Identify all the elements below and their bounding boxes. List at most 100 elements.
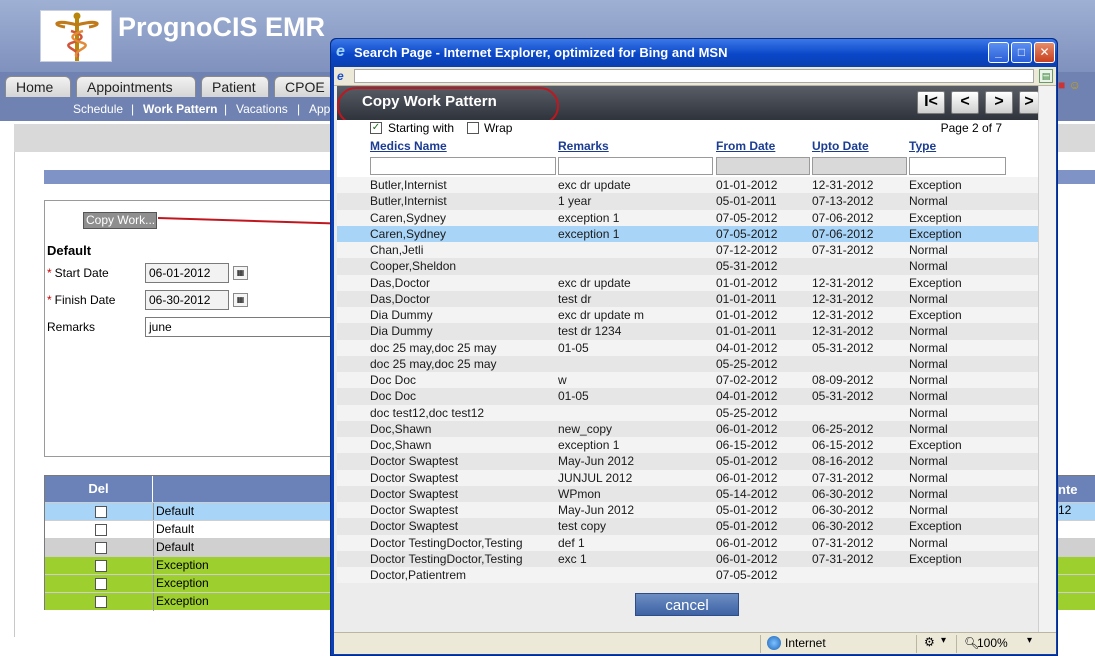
table-row[interactable]: Chan,Jetli 07-12-2012 07-31-2012 Normal: [337, 242, 1038, 259]
window-titlebar[interactable]: e Search Page - Internet Explorer, optim…: [331, 39, 1057, 67]
filter-row: [337, 157, 1038, 177]
close-button[interactable]: ✕: [1034, 42, 1055, 63]
medics-name-cell: Dia Dummy: [370, 324, 433, 339]
cancel-button[interactable]: cancel: [635, 593, 739, 616]
column-header-type[interactable]: Type: [909, 139, 936, 153]
remarks-cell: exc dr update: [558, 275, 631, 290]
chevron-down-icon[interactable]: ▾: [1027, 635, 1032, 646]
delete-checkbox[interactable]: [95, 578, 107, 590]
caduceus-logo-icon: [40, 10, 112, 62]
column-header-medics-name[interactable]: Medics Name: [370, 139, 447, 153]
type-filter[interactable]: [909, 157, 1006, 175]
medics-name-cell: doc test12,doc test12: [370, 405, 485, 420]
tab-appointments[interactable]: Appointments: [76, 76, 196, 97]
calendar-icon[interactable]: ▦: [233, 293, 248, 307]
calendar-icon[interactable]: ▦: [233, 266, 248, 280]
status-bar: Internet ⚙ ▾ 🔍︎ 100% ▾: [334, 632, 1056, 654]
pattern-name-cell: Exception: [153, 593, 333, 611]
table-row[interactable]: Doctor Swaptest WPmon 05-14-2012 06-30-2012…: [337, 485, 1038, 502]
table-row[interactable]: Butler,Internist 1 year 05-01-2011 07-13-20…: [337, 193, 1038, 210]
table-row[interactable]: Doc Doc w 07-02-2012 08-09-2012 Normal: [337, 372, 1038, 389]
upto-date-cell: 07-06-2012: [812, 226, 874, 241]
finish-date-field[interactable]: 06-30-2012: [145, 290, 229, 310]
toolbar-icon[interactable]: ☺: [1069, 78, 1081, 92]
column-header-remarks[interactable]: Remarks: [558, 139, 609, 153]
toolbar-icon[interactable]: ■: [1058, 78, 1065, 92]
table-row[interactable]: Doctor TestingDoctor,Testing def 1 06-01-2…: [337, 534, 1038, 551]
table-row[interactable]: Doctor Swaptest test copy 05-01-2012 06-30-…: [337, 518, 1038, 535]
compatibility-icon[interactable]: ▤: [1039, 69, 1053, 83]
table-row[interactable]: Doctor Swaptest May-Jun 2012 05-01-2012 08-…: [337, 453, 1038, 470]
table-row[interactable]: Doc,Shawn new_copy 06-01-2012 06-25-2012 Nor…: [337, 420, 1038, 437]
delete-checkbox[interactable]: [95, 524, 107, 536]
remarks-cell: test dr: [558, 291, 592, 306]
from-date-cell: 06-15-2012: [716, 438, 778, 452]
delete-checkbox[interactable]: [95, 542, 107, 554]
table-row[interactable]: doc 25 may,doc 25 may 05-25-2012 Normal: [337, 355, 1038, 372]
table-row[interactable]: Cooper,Sheldon 05-31-2012 Normal: [337, 258, 1038, 275]
table-row[interactable]: Das,Doctor exc dr update 01-01-2012 12-31-2…: [337, 274, 1038, 291]
chevron-down-icon[interactable]: ▾: [941, 635, 946, 646]
remarks-field[interactable]: june: [145, 317, 331, 337]
pattern-name-cell: Default: [153, 539, 333, 557]
subnav-separator: |: [297, 102, 301, 116]
globe-icon: [767, 636, 781, 650]
tab-cpoe[interactable]: CPOE: [274, 76, 334, 97]
subnav-work-pattern[interactable]: Work Pattern: [143, 97, 217, 121]
subnav-vacations[interactable]: Vacations: [236, 97, 288, 121]
minimize-button[interactable]: _: [988, 42, 1009, 63]
medics-name-cell: Doc,Shawn: [370, 438, 432, 452]
last-page-button[interactable]: >: [1019, 91, 1039, 114]
subnav-separator: |: [224, 102, 228, 116]
subnav-appointments-truncated[interactable]: App: [309, 97, 330, 121]
table-row[interactable]: Caren,Sydney exception 1 07-05-2012 07-06-2…: [337, 225, 1038, 242]
table-row[interactable]: Doctor TestingDoctor,Testing exc 1 06-01-2…: [337, 550, 1038, 567]
table-row[interactable]: Caren,Sydney exception 1 07-05-2012 07-06-2…: [337, 209, 1038, 226]
maximize-button[interactable]: □: [1011, 42, 1032, 63]
medics-name-cell: Doctor TestingDoctor,Testing: [370, 551, 523, 566]
starting-with-label: Starting with: [388, 121, 455, 135]
from-date-cell: 04-01-2012: [716, 340, 778, 355]
copy-work-button[interactable]: Copy Work...: [83, 212, 157, 229]
first-page-button[interactable]: I<: [917, 91, 945, 114]
table-row[interactable]: Doctor Swaptest JUNJUL 2012 06-01-2012 07-3…: [337, 469, 1038, 486]
delete-checkbox[interactable]: [95, 506, 107, 518]
address-bar: e ▤: [334, 67, 1056, 86]
type-cell: Normal: [909, 421, 948, 436]
table-row[interactable]: Dia Dummy test dr 1234 01-01-2011 12-31-201…: [337, 323, 1038, 340]
table-row[interactable]: Das,Doctor test dr 01-01-2011 12-31-2012 Nor…: [337, 290, 1038, 307]
table-row[interactable]: doc 25 may,doc 25 may 01-05 04-01-2012 05-3…: [337, 339, 1038, 356]
from-date-cell: 01-01-2012: [716, 275, 778, 290]
column-header-upto-date[interactable]: Upto Date: [812, 139, 869, 153]
table-row[interactable]: doc test12,doc test12 05-25-2012 Normal: [337, 404, 1038, 421]
grid-header-fragment: nte: [1058, 482, 1078, 497]
column-header-from-date[interactable]: From Date: [716, 139, 775, 153]
protected-mode-icon[interactable]: ⚙: [924, 635, 935, 649]
subnav-schedule[interactable]: Schedule: [73, 97, 123, 121]
upto-date-cell: 05-31-2012: [812, 340, 874, 355]
remarks-cell: 1 year: [558, 194, 592, 209]
address-field[interactable]: [354, 69, 1034, 83]
finish-date-label: * Finish Date: [47, 293, 116, 307]
previous-page-button[interactable]: <: [951, 91, 979, 114]
starting-with-checkbox[interactable]: ✓: [370, 122, 382, 134]
tab-patient[interactable]: Patient: [201, 76, 269, 97]
medics-name-filter[interactable]: [370, 157, 556, 175]
table-row[interactable]: Doc,Shawn exception 1 06-15-2012 06-15-2012…: [337, 437, 1038, 454]
table-row[interactable]: Doc Doc 01-05 04-01-2012 05-31-2012 Normal: [337, 388, 1038, 405]
from-date-cell: 07-02-2012: [716, 373, 778, 387]
next-page-button[interactable]: >: [985, 91, 1013, 114]
zoom-level[interactable]: 100%: [977, 636, 1008, 650]
delete-checkbox[interactable]: [95, 596, 107, 608]
start-date-field[interactable]: 06-01-2012: [145, 263, 229, 283]
wrap-checkbox[interactable]: [467, 122, 479, 134]
delete-checkbox[interactable]: [95, 560, 107, 572]
table-row[interactable]: Doctor Swaptest May-Jun 2012 05-01-2012 06-…: [337, 502, 1038, 519]
table-row[interactable]: Dia Dummy exc dr update m 01-01-2012 12-31-…: [337, 307, 1038, 324]
vertical-scrollbar[interactable]: [1038, 86, 1056, 632]
tab-home[interactable]: Home: [5, 76, 71, 97]
upto-date-cell: 07-13-2012: [812, 194, 874, 209]
table-row[interactable]: Butler,Internist exc dr update 01-01-2012 1…: [337, 177, 1038, 194]
remarks-filter[interactable]: [558, 157, 713, 175]
table-row[interactable]: Doctor,Patientrem 07-05-2012: [337, 567, 1038, 584]
